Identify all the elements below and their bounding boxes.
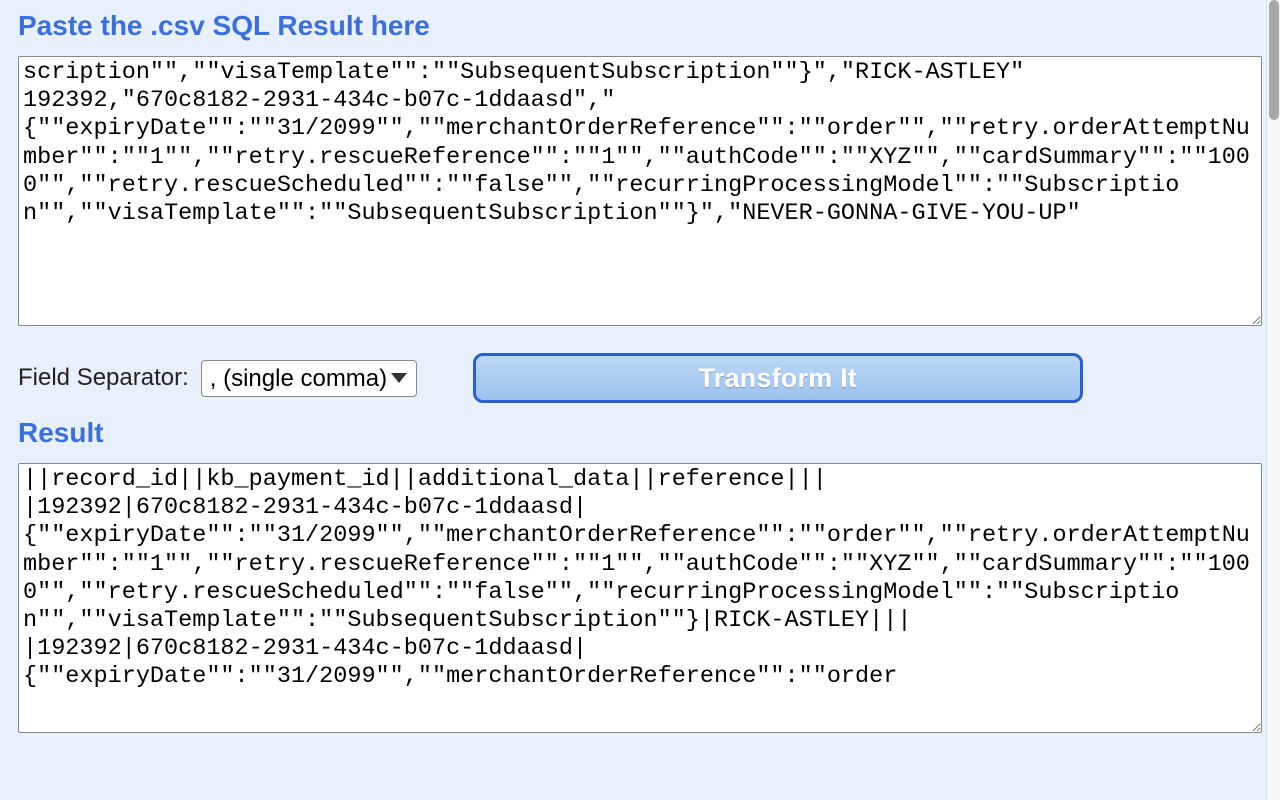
field-separator-select-wrap[interactable]: , (single comma)	[201, 360, 417, 397]
page-scrollbar-track[interactable]	[1266, 0, 1280, 800]
controls-row: Field Separator: , (single comma) Transf…	[18, 353, 1262, 403]
transform-button[interactable]: Transform It	[473, 353, 1083, 403]
result-textarea[interactable]: ||record_id||kb_payment_id||additional_d…	[18, 463, 1262, 733]
field-separator-select[interactable]: , (single comma)	[201, 360, 417, 397]
result-section-title: Result	[18, 417, 1262, 449]
csv-input-textarea[interactable]: scription"",""visaTemplate"":""Subsequen…	[18, 56, 1262, 326]
input-section-title: Paste the .csv SQL Result here	[18, 10, 1262, 42]
page-scrollbar-thumb[interactable]	[1269, 0, 1279, 120]
field-separator-label: Field Separator:	[18, 364, 189, 392]
